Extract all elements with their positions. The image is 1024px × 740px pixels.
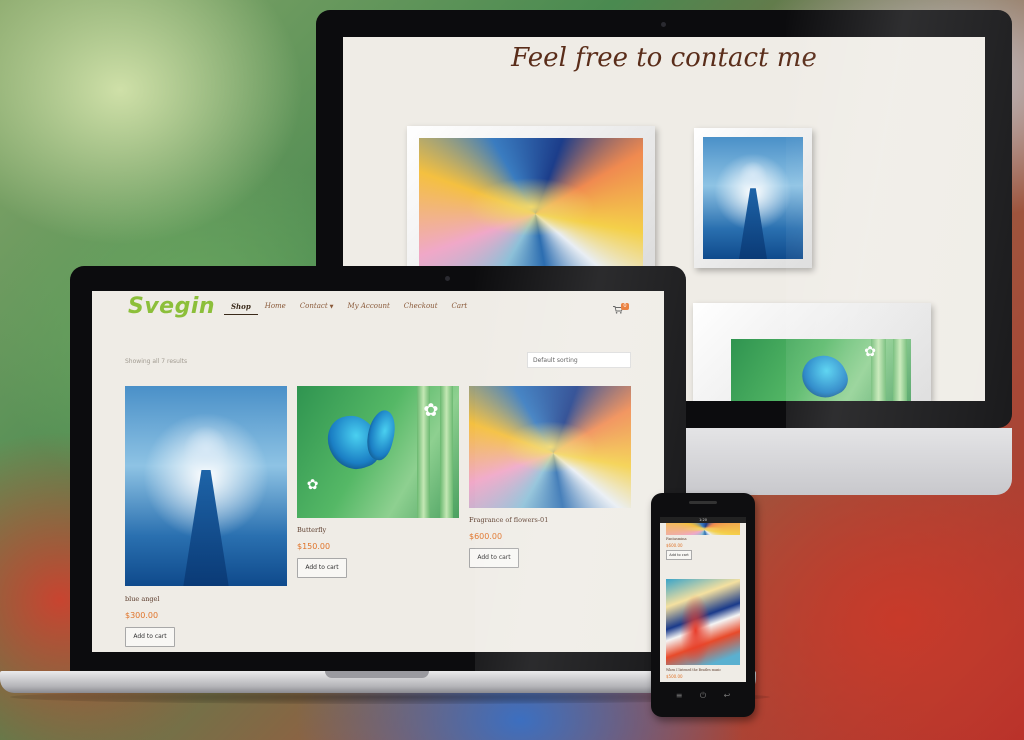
product-price: $600.00 [469,532,503,541]
add-to-cart-button[interactable]: Add to cart [297,558,347,578]
menu-icon[interactable]: ≡ [676,691,683,701]
nav-cart[interactable]: Cart [445,302,475,315]
cart-count-badge: 0 [621,303,629,310]
product-card: ✿ ✿ Butterfly $150.00 Add to cart [297,386,459,586]
phone-screen: 1:20 Fantasmina $600.00 Add to cart When… [660,517,746,682]
add-to-cart-button[interactable]: Add to cart [125,627,175,647]
power-icon[interactable]: ⏻ [700,691,706,701]
laptop-screen: Svegin Shop Home Contact ▼ My Account Che… [92,291,664,652]
product-name[interactable]: Butterfly [297,526,326,534]
page-title: Feel free to contact me [511,43,817,73]
laptop-notch [325,671,429,678]
nav-home[interactable]: Home [258,302,293,315]
product-card: blue angel $300.00 Add to cart [125,386,287,651]
nav-contact-label: Contact [299,302,328,310]
sort-dropdown[interactable]: Default sorting [527,352,631,368]
add-to-cart-button[interactable]: Add to cart [469,548,519,568]
framed-painting-flowers[interactable] [407,126,655,276]
nav-shop[interactable]: Shop [224,302,258,315]
product-image-fragrance-of-flowers[interactable] [469,386,631,508]
result-count: Showing all 7 results [125,358,188,365]
laptop-camera [445,276,450,281]
phone-mockup: 1:20 Fantasmina $600.00 Add to cart When… [651,493,755,717]
product-name[interactable]: blue angel [125,595,160,603]
mobile-product-name[interactable]: When I listened the Beatles music [666,668,721,672]
mobile-product-image[interactable] [666,579,740,665]
site-logo[interactable]: Svegin [128,294,215,319]
product-card: Fragrance of flowers-01 $600.00 Add to c… [469,386,631,576]
painting-flowers-image [419,138,643,276]
painting-butterfly-image: ✿ [731,339,911,401]
mobile-product-price: $600.00 [666,543,683,548]
laptop-mockup: Svegin Shop Home Contact ▼ My Account Che… [0,266,756,696]
nav-my-account[interactable]: My Account [341,302,397,315]
painting-angel-image [703,137,803,259]
framed-painting-angel[interactable] [694,128,812,268]
product-image-blue-angel[interactable] [125,386,287,586]
imac-camera [661,22,666,27]
main-nav: Shop Home Contact ▼ My Account Checkout C… [224,302,474,315]
mobile-add-to-cart-button[interactable]: Add to cart [666,550,692,560]
product-name[interactable]: Fragrance of flowers-01 [469,516,548,524]
mobile-product-name[interactable]: Fantasmina [666,537,687,541]
back-icon[interactable]: ↩ [724,691,731,701]
product-image-butterfly[interactable]: ✿ ✿ [297,386,459,518]
phone-nav-bar: ≡ ⏻ ↩ [651,691,755,701]
site-header: Svegin Shop Home Contact ▼ My Account Che… [92,291,664,331]
mobile-product-price: $500.00 [666,674,683,679]
phone-speaker [689,501,717,504]
chevron-down-icon: ▼ [329,304,334,310]
mobile-product-image[interactable] [666,523,740,535]
nav-contact[interactable]: Contact ▼ [293,302,341,315]
product-price: $300.00 [125,611,159,620]
nav-checkout[interactable]: Checkout [397,302,445,315]
product-price: $150.00 [297,542,331,551]
